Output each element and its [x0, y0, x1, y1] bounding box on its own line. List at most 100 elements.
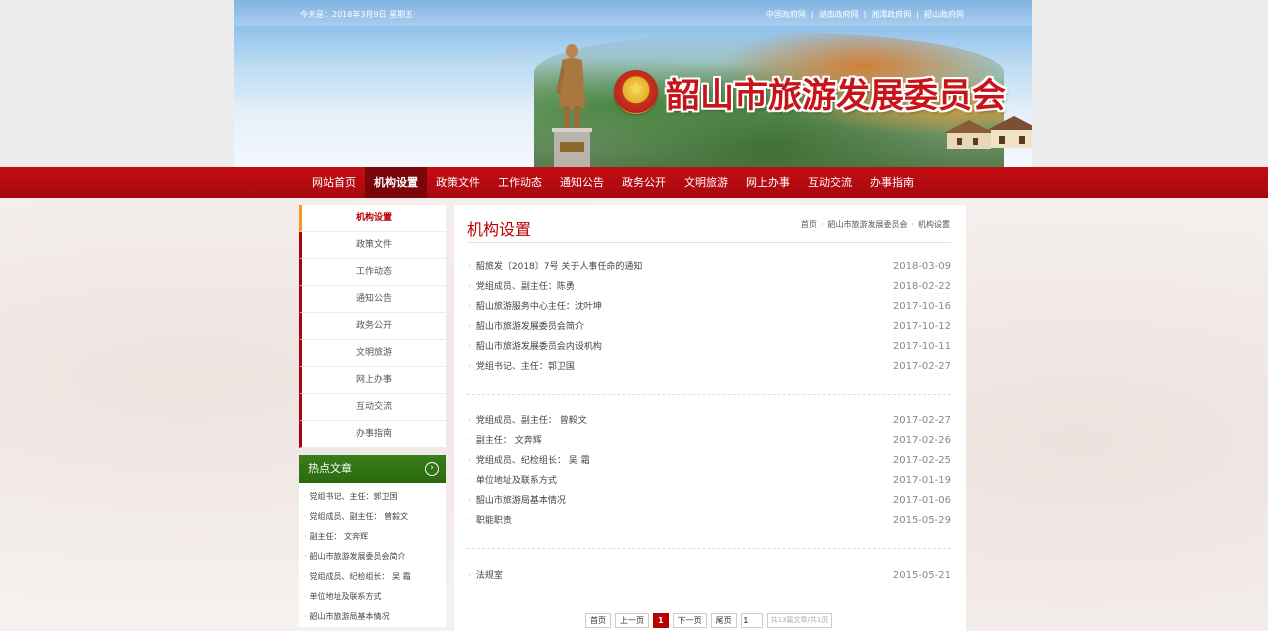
article-title: 党组成员、副主任：陈勇	[475, 282, 575, 292]
main-nav: 网站首页 机构设置 政策文件 工作动态 通知公告 政务公开 文明旅游 网上办事 …	[0, 167, 1268, 198]
list-item[interactable]: · 法规室 2015-05-21	[467, 566, 951, 586]
bullet-icon: ·	[468, 571, 471, 581]
list-item[interactable]: · 职能职责 2015-05-29	[467, 511, 951, 531]
article-date: 2017-01-06	[892, 495, 951, 506]
chevron-right-icon[interactable]: ›	[425, 462, 439, 476]
hot-item-title: 韶山市旅游局基本情况	[309, 612, 390, 621]
side-item-policy[interactable]: 政策文件	[299, 232, 446, 259]
article-list-group-1: · 韶旅发〔2018〕7号 关于人事任命的通知 2018-03-09 · 党组成员、副…	[467, 257, 951, 377]
bullet-icon: ·	[304, 572, 307, 581]
article-title: 韶山市旅游局基本情况	[475, 496, 566, 506]
article-date: 2015-05-29	[892, 515, 951, 526]
nav-item-interaction[interactable]: 互动交流	[799, 167, 861, 198]
list-item[interactable]: · 党组成员、副主任：陈勇 2018-02-22	[467, 277, 951, 297]
side-item-civil-tourism[interactable]: 文明旅游	[299, 340, 446, 367]
article-date: 2017-10-16	[892, 301, 951, 312]
breadcrumb: 首页 · 韶山市旅游发展委员会 · 机构设置	[801, 219, 950, 230]
next-page-button[interactable]: 下一页	[672, 613, 707, 628]
list-item[interactable]: · 韶山市旅游发展委员会简介 2017-10-12	[467, 317, 951, 337]
list-item[interactable]: · 韶旅发〔2018〕7号 关于人事任命的通知 2018-03-09	[467, 257, 951, 277]
side-item-notices[interactable]: 通知公告	[299, 286, 446, 313]
list-item[interactable]: · 副主任： 文奔辉 2017-02-26	[467, 431, 951, 451]
list-item[interactable]: · 副主任： 文奔辉	[299, 527, 446, 547]
nav-item-notices[interactable]: 通知公告	[551, 167, 613, 198]
list-item[interactable]: · 党组书记、主任：郭卫国	[299, 487, 446, 507]
last-page-button[interactable]: 尾页	[710, 613, 737, 628]
divider	[467, 394, 951, 395]
separator: |	[916, 10, 919, 19]
side-item-guide[interactable]: 办事指南	[299, 421, 446, 448]
hot-item-title: 党组书记、主任：郭卫国	[309, 492, 398, 501]
nav-item-home[interactable]: 网站首页	[303, 167, 365, 198]
hot-item-title: 单位地址及联系方式	[309, 592, 382, 601]
article-title: 韶山市旅游发展委员会内设机构	[475, 342, 602, 352]
nav-item-policy[interactable]: 政策文件	[427, 167, 489, 198]
bullet-icon: ·	[468, 342, 471, 352]
first-page-button[interactable]: 首页	[585, 613, 611, 628]
article-date: 2015-05-21	[892, 570, 951, 581]
article-date: 2017-02-26	[892, 435, 951, 446]
list-item[interactable]: · 党组成员、纪检组长： 吴 霜 2017-02-25	[467, 451, 951, 471]
nav-item-civil-tourism[interactable]: 文明旅游	[675, 167, 737, 198]
article-date: 2017-02-25	[892, 455, 951, 466]
bullet-icon: ·	[304, 552, 307, 561]
national-emblem-icon	[614, 70, 658, 114]
side-item-gov-affairs[interactable]: 政务公开	[299, 313, 446, 340]
top-link-china-gov[interactable]: 中国政府网	[766, 10, 806, 19]
side-item-online-services[interactable]: 网上办事	[299, 367, 446, 394]
list-item[interactable]: · 韶山市旅游局基本情况	[299, 607, 446, 627]
article-title: 法规室	[475, 571, 503, 581]
pagination: 首页 上一页 1 下一页 尾页 共13篇文章/共1页	[585, 613, 833, 628]
header-side-left	[0, 0, 234, 167]
hot-articles-header: 热点文章 ›	[299, 455, 446, 483]
article-list-group-3: · 法规室 2015-05-21	[467, 566, 951, 586]
article-list-group-2: · 党组成员、副主任： 曾毅文 2017-02-27 · 副主任： 文奔辉 2017-0…	[467, 411, 951, 531]
prev-page-button[interactable]: 上一页	[615, 613, 649, 628]
list-item[interactable]: · 党组成员、副主任： 曾毅文 2017-02-27	[467, 411, 951, 431]
hot-item-title: 副主任： 文奔辉	[309, 532, 369, 541]
article-title: 韶山市旅游发展委员会简介	[475, 322, 584, 332]
breadcrumb-current[interactable]: 机构设置	[918, 220, 950, 229]
list-item[interactable]: · 韶山市旅游局基本情况 2017-01-06	[467, 491, 951, 511]
list-item[interactable]: · 单位地址及联系方式	[299, 587, 446, 607]
divider	[467, 548, 951, 549]
bullet-icon: ·	[468, 362, 471, 372]
list-item[interactable]: · 党组成员、纪检组长： 吴 霜	[299, 567, 446, 587]
bullet-icon: ·	[304, 592, 307, 601]
side-item-work-news[interactable]: 工作动态	[299, 259, 446, 286]
side-item-interaction[interactable]: 互动交流	[299, 394, 446, 421]
article-date: 2017-10-11	[892, 341, 951, 352]
list-item[interactable]: · 韶山市旅游发展委员会内设机构 2017-10-11	[467, 337, 951, 357]
hot-item-title: 党组成员、纪检组长： 吴 霜	[309, 572, 411, 581]
nav-item-online-services[interactable]: 网上办事	[737, 167, 799, 198]
list-item[interactable]: · 党组成员、副主任： 曾毅文	[299, 507, 446, 527]
bullet-icon: ·	[468, 262, 471, 272]
list-item[interactable]: · 韶山市旅游发展委员会简介	[299, 547, 446, 567]
list-item[interactable]: · 单位地址及联系方式 2017-01-19	[467, 471, 951, 491]
top-link-hunan-gov[interactable]: 湖南政府网	[819, 10, 859, 19]
side-item-organization[interactable]: 机构设置	[299, 205, 446, 232]
article-title: 韶旅发〔2018〕7号 关于人事任命的通知	[475, 262, 643, 272]
article-date: 2017-02-27	[892, 361, 951, 372]
date-text: 今天是：2018年3月9日 星期五	[300, 10, 414, 19]
bullet-icon: ·	[468, 516, 471, 526]
bullet-icon: ·	[468, 322, 471, 332]
nav-item-work-news[interactable]: 工作动态	[489, 167, 551, 198]
main-content: 机构设置 首页 · 韶山市旅游发展委员会 · 机构设置 · 韶旅发〔2018〕7号 关于人…	[454, 205, 966, 631]
page-number-input[interactable]	[740, 613, 763, 628]
nav-item-gov-affairs[interactable]: 政务公开	[613, 167, 675, 198]
separator: |	[810, 10, 814, 19]
breadcrumb-committee[interactable]: 韶山市旅游发展委员会	[827, 220, 907, 229]
list-item[interactable]: · 党组书记、主任：郭卫国 2017-02-27	[467, 357, 951, 377]
bullet-icon: ·	[468, 496, 471, 506]
sidebar: 机构设置 政策文件 工作动态 通知公告 政务公开 文明旅游 网上办事 互动交流 …	[299, 205, 446, 627]
nav-item-organization[interactable]: 机构设置	[365, 167, 427, 198]
breadcrumb-home[interactable]: 首页	[801, 220, 817, 229]
list-item[interactable]: · 韶山旅游服务中心主任：沈叶坤 2017-10-16	[467, 297, 951, 317]
top-bar: 今天是：2018年3月9日 星期五 中国政府网 | 湖南政府网 | 湘潭政府网 | 韶山政府…	[234, 0, 1032, 26]
top-link-shaoshan-gov[interactable]: 韶山政府网	[924, 10, 964, 19]
current-page-button[interactable]: 1	[653, 613, 669, 628]
bullet-icon: ·	[304, 532, 307, 541]
nav-item-guide[interactable]: 办事指南	[861, 167, 923, 198]
top-link-xiangtan-gov[interactable]: 湘潭政府网	[871, 10, 911, 19]
